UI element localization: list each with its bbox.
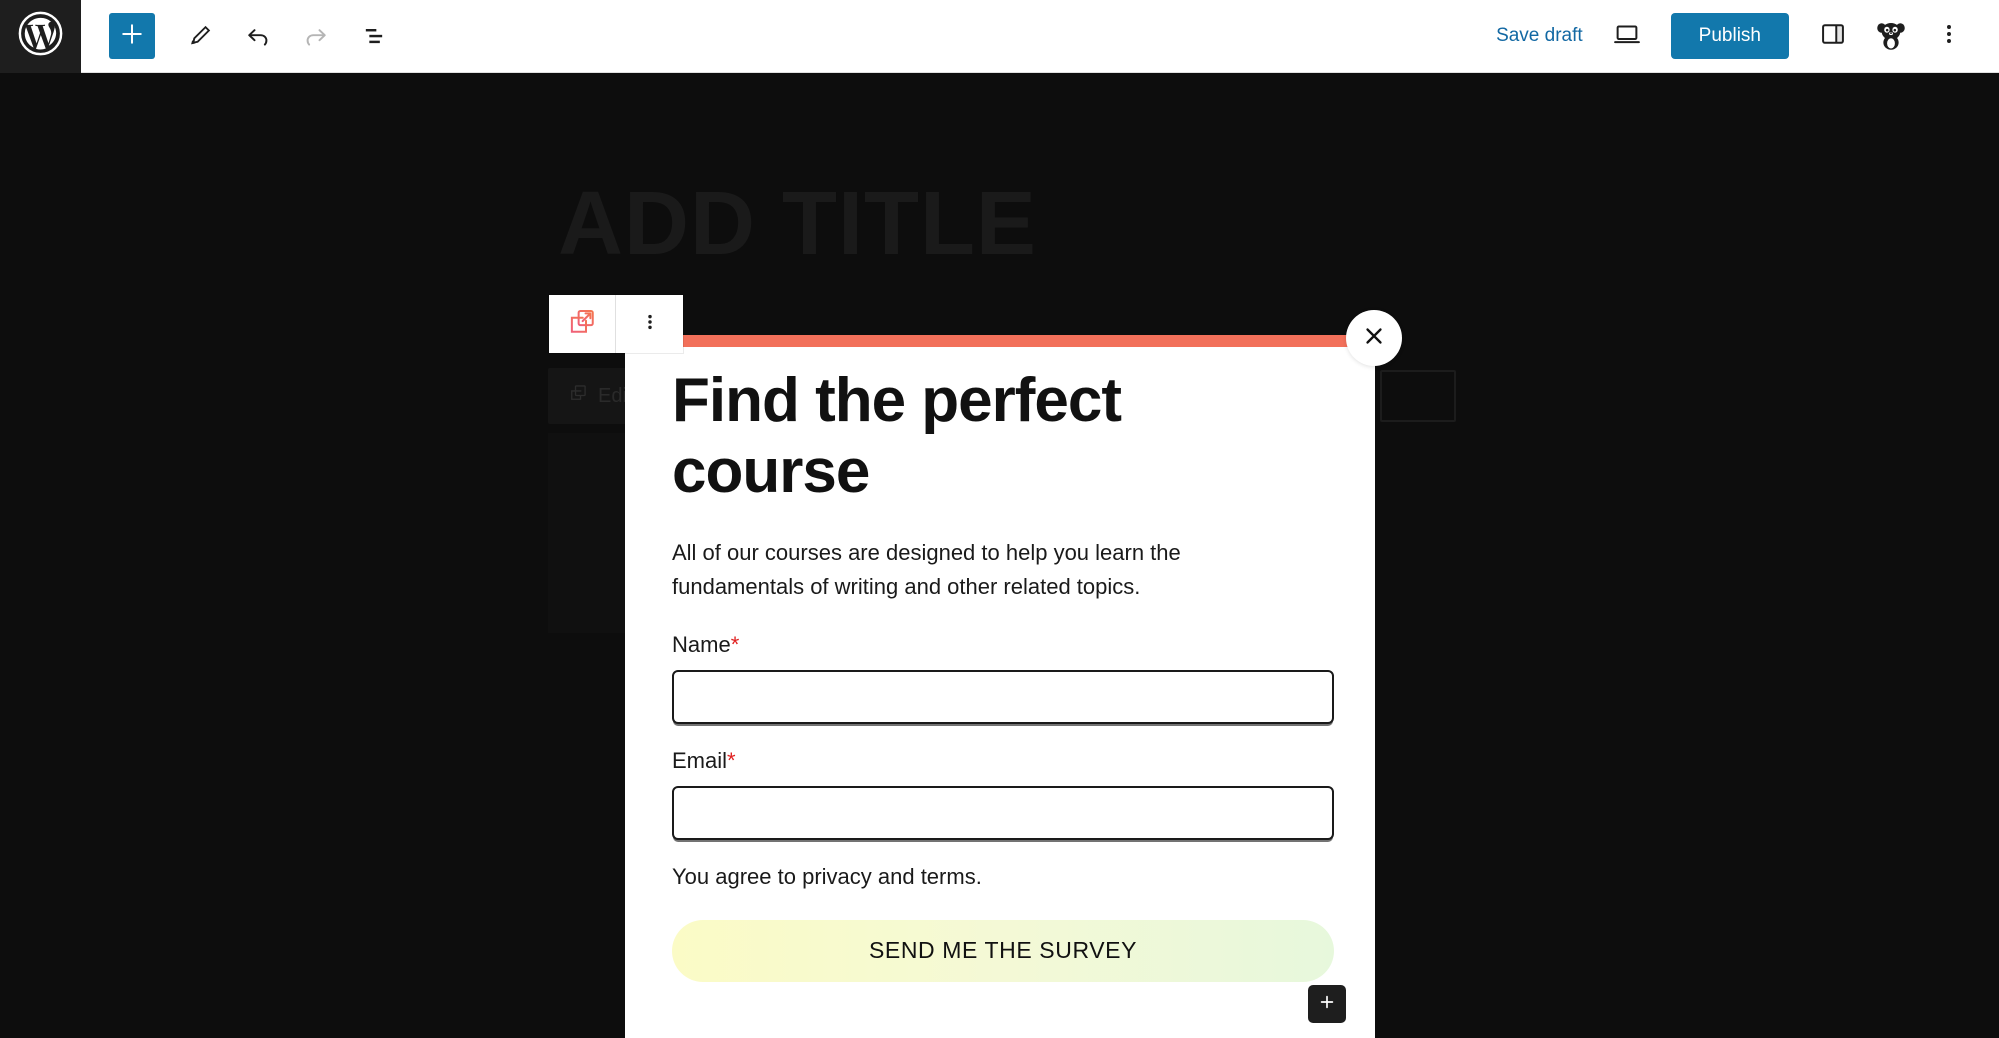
tools-button[interactable] xyxy=(175,11,225,61)
popup-block-icon-button[interactable] xyxy=(549,295,616,353)
block-toolbar xyxy=(549,295,683,353)
redo-button[interactable] xyxy=(291,11,341,61)
add-block-button[interactable] xyxy=(109,13,155,59)
popup-close-button[interactable] xyxy=(1346,310,1402,366)
sidebar-toggle-button[interactable] xyxy=(1807,10,1859,62)
name-input[interactable] xyxy=(672,669,1334,724)
email-field-label: Email* xyxy=(672,748,1319,774)
external-link-icon xyxy=(568,383,588,409)
pencil-icon xyxy=(187,23,213,49)
popup-modal: Find the perfect course All of our cours… xyxy=(625,310,1402,1038)
plus-icon xyxy=(1317,992,1337,1017)
undo-button[interactable] xyxy=(233,11,283,61)
redo-arrow-icon xyxy=(302,22,330,50)
block-options-button[interactable] xyxy=(616,295,683,353)
plus-icon xyxy=(117,19,147,54)
popup-external-link-icon xyxy=(567,307,597,342)
preview-button[interactable] xyxy=(1601,10,1653,62)
header-right-tools: Save draft Publish xyxy=(1482,8,1999,64)
email-field-label-text: Email xyxy=(672,747,728,773)
editor-canvas[interactable]: ADD TITLE Edit Find the perfect course A… xyxy=(0,73,1999,1038)
document-overview-button[interactable] xyxy=(349,11,399,61)
popup-accent-bar xyxy=(625,335,1375,347)
more-options-button[interactable] xyxy=(1923,10,1975,62)
name-field-label-text: Name xyxy=(672,631,731,657)
send-survey-button[interactable]: SEND ME THE SURVEY xyxy=(672,919,1334,982)
panda-mascot-icon xyxy=(1874,17,1908,56)
sidebar-panel-icon xyxy=(1819,20,1847,53)
background-secondary-button[interactable] xyxy=(1380,370,1456,422)
close-x-icon xyxy=(1362,324,1386,353)
popup-body: Find the perfect course All of our cours… xyxy=(625,335,1375,982)
name-required-marker: * xyxy=(730,631,740,657)
popup-heading[interactable]: Find the perfect course xyxy=(672,365,1319,508)
email-required-marker: * xyxy=(727,747,736,773)
popup-description[interactable]: All of our courses are designed to help … xyxy=(672,536,1232,604)
plugin-mascot-button[interactable] xyxy=(1863,8,1919,64)
email-input[interactable] xyxy=(672,785,1334,840)
wordpress-logo-icon xyxy=(18,11,63,61)
publish-button[interactable]: Publish xyxy=(1670,13,1789,59)
editor-header: Save draft Publish xyxy=(0,0,1999,73)
header-left-tools xyxy=(81,11,399,61)
undo-arrow-icon xyxy=(244,22,272,50)
block-appender-button[interactable] xyxy=(1308,985,1346,1023)
name-field-label: Name* xyxy=(672,632,1319,658)
save-draft-button[interactable]: Save draft xyxy=(1482,17,1597,55)
three-dots-vertical-icon xyxy=(1938,20,1960,53)
privacy-terms-text: You agree to privacy and terms. xyxy=(672,863,982,889)
post-title-placeholder[interactable]: ADD TITLE xyxy=(558,173,1037,276)
wordpress-logo-button[interactable] xyxy=(0,0,81,73)
list-view-icon xyxy=(360,22,388,50)
desktop-preview-icon xyxy=(1612,19,1642,54)
three-dots-vertical-icon xyxy=(640,309,660,340)
